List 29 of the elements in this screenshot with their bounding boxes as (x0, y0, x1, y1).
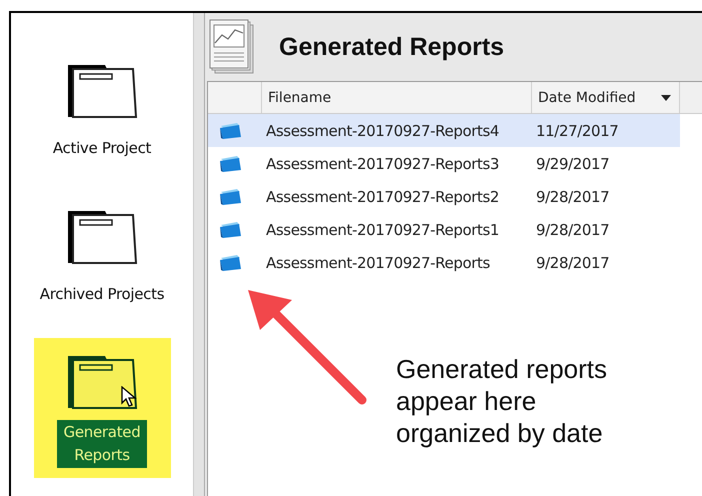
file-icon (219, 220, 243, 238)
sidebar-item[interactable]: Active Project (34, 57, 170, 157)
date-cell-text: 9/28/2017 (535, 254, 610, 272)
table-row[interactable]: Assessment-20170927-Reports 9/28/2017 (208, 246, 680, 279)
panel-title: Generated Reports (279, 32, 504, 62)
date-cell-text: 9/29/2017 (535, 154, 610, 172)
splitter-bar[interactable] (193, 13, 205, 496)
filename-cell-text: Assessment-20170927-Reports3 (265, 154, 500, 172)
cursor-icon (121, 386, 137, 408)
date-cell-text: 9/28/2017 (535, 188, 610, 206)
date-cell-text: 9/28/2017 (535, 220, 610, 238)
table-row[interactable]: Assessment-20170927-Reports2 9/28/2017 (208, 180, 680, 213)
sidebar-item[interactable]: Archived Projects (34, 203, 170, 304)
sidebar-item[interactable]: Generated Reports (34, 338, 170, 478)
table-row[interactable]: Assessment-20170927-Reports1 9/28/2017 (208, 213, 680, 246)
table-row[interactable]: Assessment-20170927-Reports3 9/29/2017 (208, 147, 680, 180)
column-header[interactable]: Filename (262, 82, 532, 113)
annotation-text: Generated reports appear here organized by date (396, 353, 608, 449)
filename-cell-text: Assessment-20170927-Reports2 (265, 188, 500, 206)
file-icon (219, 122, 243, 140)
filename-cell-text: Assessment-20170927-Reports1 (265, 220, 500, 238)
file-icon (219, 154, 243, 172)
file-icon (219, 188, 243, 206)
file-icon (219, 254, 243, 272)
table-row[interactable]: Assessment-20170927-Reports4 11/27/2017 (208, 114, 680, 147)
filename-cell-text: Assessment-20170927-Reports4 (265, 122, 500, 140)
filename-cell-text: Assessment-20170927-Reports (265, 254, 491, 272)
report-icon (209, 19, 255, 75)
date-cell-text: 11/27/2017 (535, 122, 620, 140)
